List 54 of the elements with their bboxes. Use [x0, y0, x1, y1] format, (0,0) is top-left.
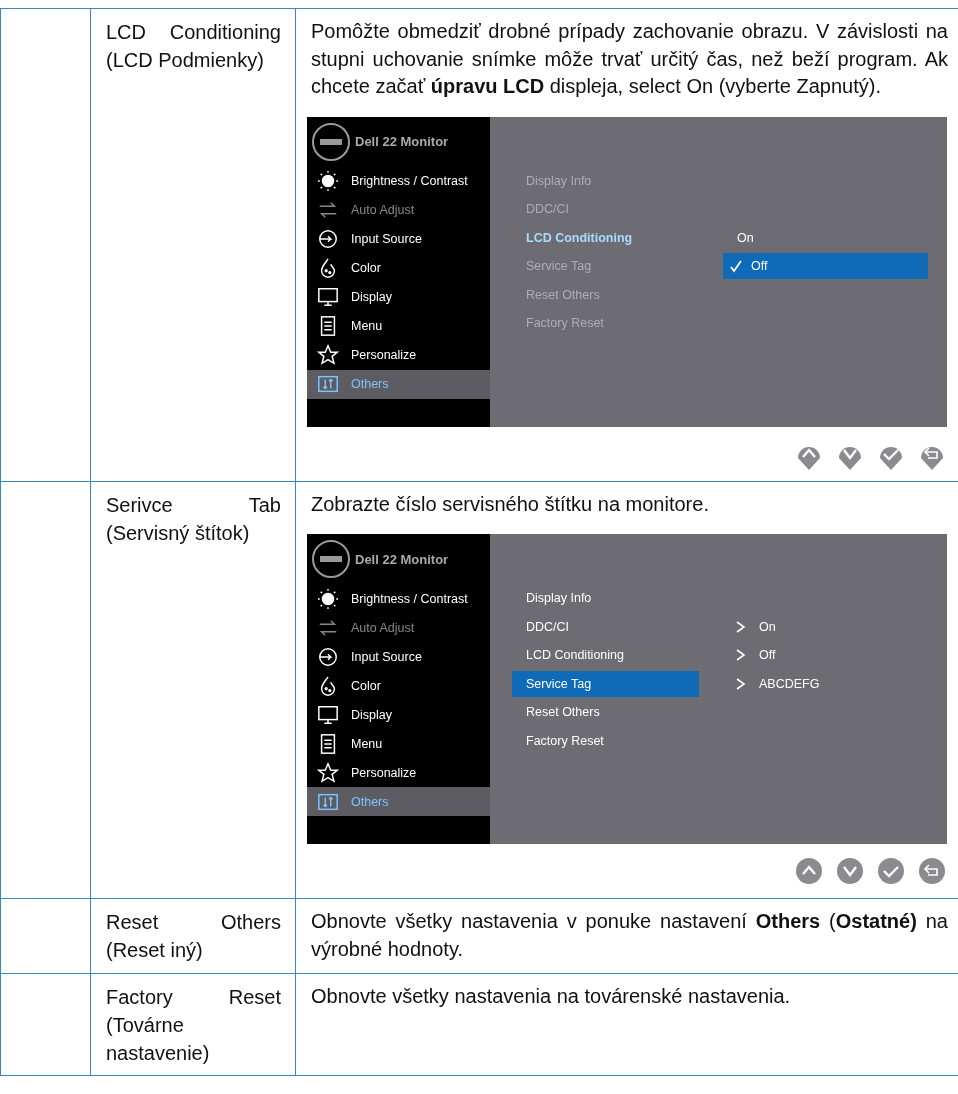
osd-menu-item[interactable]: Auto Adjust — [307, 613, 490, 642]
osd-menu-item[interactable]: Color — [307, 671, 490, 700]
osd-submenu-item[interactable]: Display Info — [512, 585, 699, 612]
osd-submenu-item[interactable]: Reset Others — [512, 699, 699, 726]
sliders-icon — [317, 373, 339, 395]
osd-submenu-item[interactable]: LCD Conditioning — [512, 224, 699, 251]
setting-description: Pomôžte obmedziť drobné prípady zachovanie obrazu. V závislosti na stupni uchovanie snímke môže trvať určitý čas, než beží program. Ak chcete začať úpravu LCD displeja, select On (vyberte Zapnutý). — [311, 19, 948, 99]
check-icon — [729, 259, 743, 274]
logo-icon — [311, 121, 351, 162]
setting-description: Obnovte všetky nastavenia na továrenské nastavenia. — [311, 984, 792, 1009]
star-icon — [317, 761, 339, 784]
osd-menu-item[interactable]: Others — [307, 369, 490, 399]
setting-name: Reset Others (Reset iný) — [106, 910, 281, 963]
input-icon — [317, 645, 339, 668]
input-icon — [317, 228, 339, 250]
osd-option[interactable]: On — [723, 224, 928, 251]
arrows-icon — [317, 199, 339, 221]
osd-submenu-item[interactable]: Service Tag — [512, 670, 699, 697]
setting-value: On — [759, 619, 776, 634]
monitor-icon — [317, 703, 339, 726]
osd-menu-item[interactable]: Personalize — [307, 758, 490, 787]
osd-menu-item[interactable]: Input Source — [307, 224, 490, 254]
osd-menu-item[interactable]: Menu — [307, 311, 490, 341]
osd-menu-item[interactable]: Display — [307, 282, 490, 312]
setting-value: ABCDEFG — [759, 676, 820, 691]
osd-menu-item[interactable]: Auto Adjust — [307, 195, 490, 225]
setting-description: Zobrazte číslo servisného štítku na monitore. — [311, 491, 710, 517]
osd-submenu-item[interactable]: Factory Reset — [512, 727, 699, 754]
osd-menu-item[interactable]: Personalize — [307, 340, 490, 370]
setting-description: Obnovte všetky nastavenia v ponuke nastavení Others (Ostatné) na výrobné hodnoty. — [311, 909, 948, 962]
osd-menu-item[interactable]: Display — [307, 700, 490, 729]
sun-icon — [317, 587, 339, 610]
osd-menu-item[interactable]: Brightness / Contrast — [307, 584, 490, 613]
setting-name: LCD Conditioning (LCD Podmienky) — [106, 20, 281, 73]
setting-name: Serivce Tab (Servisný štítok) — [106, 492, 281, 546]
osd-menu-item[interactable]: Brightness / Contrast — [307, 166, 490, 196]
monitor-title: Dell 22 Monitor — [355, 551, 449, 567]
setting-value: Off — [759, 648, 776, 663]
chevron-icon — [735, 648, 747, 663]
osd-menu-item[interactable]: Input Source — [307, 642, 490, 671]
osd-menu-item[interactable]: Color — [307, 253, 490, 283]
setting-name: Factory Reset (Továrne nastavenie) — [106, 985, 281, 1066]
sun-icon — [317, 170, 339, 192]
monitor-icon — [317, 286, 339, 308]
logo-icon — [311, 539, 351, 579]
osd-menu-item[interactable]: Others — [307, 787, 490, 816]
monitor-title: Dell 22 Monitor — [355, 134, 449, 149]
star-icon — [317, 344, 339, 366]
chevron-icon — [735, 676, 747, 691]
osd-option[interactable]: Off — [723, 253, 928, 280]
osd-menu-item[interactable]: Menu — [307, 729, 490, 758]
chevron-icon — [735, 619, 747, 634]
osd-submenu-item[interactable]: LCD Conditioning — [512, 642, 699, 669]
osd-submenu-item[interactable]: DDC/CI — [512, 613, 699, 640]
